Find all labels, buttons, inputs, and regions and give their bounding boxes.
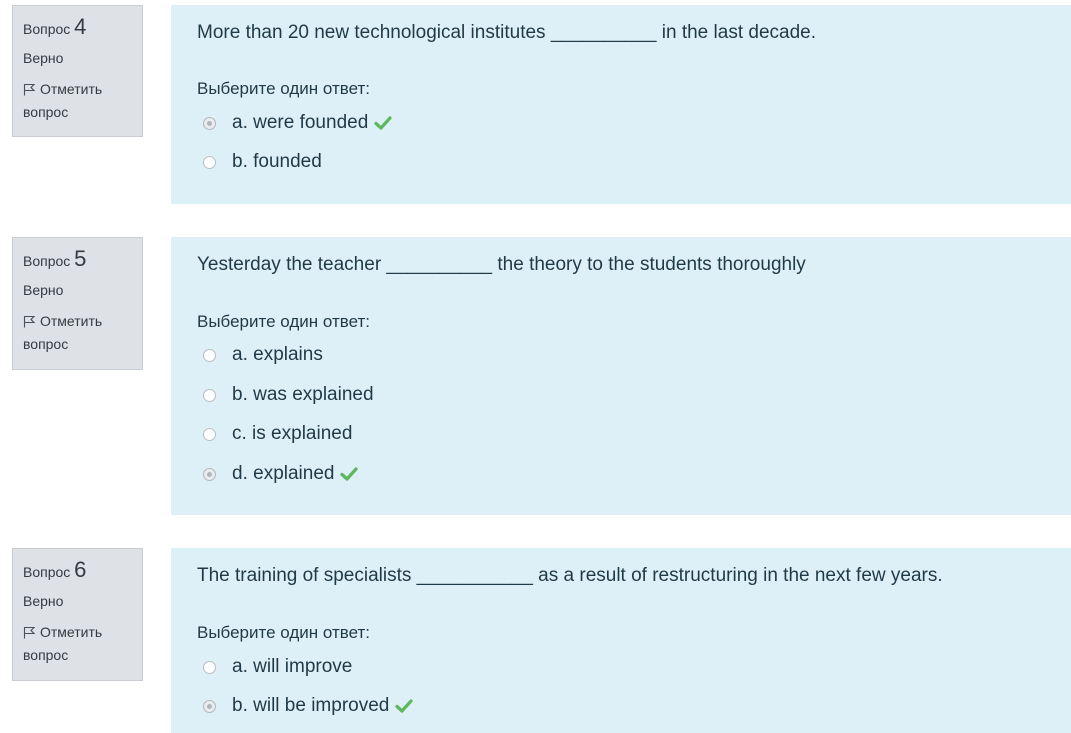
flag-icon bbox=[23, 315, 36, 328]
answer-option-b[interactable]: b. was explained bbox=[203, 382, 374, 408]
question-content: The training of specialists ___________ … bbox=[171, 548, 1071, 733]
radio-button[interactable] bbox=[203, 660, 216, 674]
answer-option-b[interactable]: b. founded bbox=[203, 149, 322, 175]
radio-button[interactable] bbox=[203, 467, 216, 481]
question-info: Вопрос 5 Верно Отметить вопрос bbox=[12, 237, 143, 370]
option-label: a. were founded bbox=[232, 112, 369, 133]
flag-label-2: вопрос bbox=[23, 336, 69, 352]
question-label: Вопрос bbox=[23, 253, 71, 269]
option-label: b. will be improved bbox=[232, 695, 390, 716]
question-content: More than 20 new technological institute… bbox=[171, 5, 1071, 204]
option-label: b. was explained bbox=[232, 384, 374, 405]
radio-button[interactable] bbox=[203, 699, 216, 713]
flag-label: Отметить bbox=[40, 624, 103, 640]
flag-label: Отметить bbox=[40, 313, 103, 329]
question-number: 6 bbox=[74, 557, 87, 582]
answer-option-a[interactable]: a. will improve bbox=[203, 654, 352, 680]
radio-button[interactable] bbox=[203, 155, 216, 169]
answer-option-b[interactable]: b. will be improved bbox=[203, 693, 413, 719]
answer-prompt: Выберите один ответ: bbox=[197, 79, 370, 98]
question-info: Вопрос 4 Верно Отметить вопрос bbox=[12, 5, 143, 137]
flag-icon bbox=[23, 626, 36, 639]
option-label: c. is explained bbox=[232, 423, 353, 444]
check-icon bbox=[395, 699, 413, 713]
flag-question-button[interactable]: Отметить вопрос bbox=[23, 78, 132, 124]
question-state: Верно bbox=[23, 282, 64, 298]
answer-prompt: Выберите один ответ: bbox=[197, 312, 370, 331]
question-label: Вопрос bbox=[23, 21, 71, 37]
question-text: The training of specialists ___________ … bbox=[197, 565, 943, 586]
question-content: Yesterday the teacher __________ the the… bbox=[171, 237, 1071, 515]
question-label: Вопрос bbox=[23, 564, 71, 580]
flag-question-button[interactable]: Отметить вопрос bbox=[23, 621, 132, 667]
flag-label: Отметить bbox=[40, 81, 103, 97]
answer-option-d[interactable]: d. explained bbox=[203, 461, 359, 487]
option-label: d. explained bbox=[232, 463, 335, 484]
answer-option-c[interactable]: c. is explained bbox=[203, 421, 352, 447]
flag-icon bbox=[23, 83, 36, 96]
question-number: 5 bbox=[74, 246, 87, 271]
question-number: 4 bbox=[74, 14, 87, 39]
option-label: a. explains bbox=[232, 344, 323, 365]
question-text: More than 20 new technological institute… bbox=[197, 22, 816, 43]
answer-prompt: Выберите один ответ: bbox=[197, 623, 370, 642]
check-icon bbox=[374, 116, 392, 130]
radio-button[interactable] bbox=[203, 116, 216, 130]
radio-button[interactable] bbox=[203, 348, 216, 362]
question-text: Yesterday the teacher __________ the the… bbox=[197, 254, 806, 275]
question-state: Верно bbox=[23, 593, 64, 609]
radio-button[interactable] bbox=[203, 427, 216, 441]
flag-label-2: вопрос bbox=[23, 647, 69, 663]
option-label: a. will improve bbox=[232, 656, 353, 677]
answer-option-a[interactable]: a. were founded bbox=[203, 110, 392, 136]
option-label: b. founded bbox=[232, 151, 322, 172]
question-info: Вопрос 6 Верно Отметить вопрос bbox=[12, 548, 143, 681]
flag-label-2: вопрос bbox=[23, 104, 69, 120]
radio-button[interactable] bbox=[203, 388, 216, 402]
check-icon bbox=[340, 467, 359, 481]
answer-option-a[interactable]: a. explains bbox=[203, 342, 323, 368]
question-state: Верно bbox=[23, 50, 64, 66]
flag-question-button[interactable]: Отметить вопрос bbox=[23, 310, 132, 356]
